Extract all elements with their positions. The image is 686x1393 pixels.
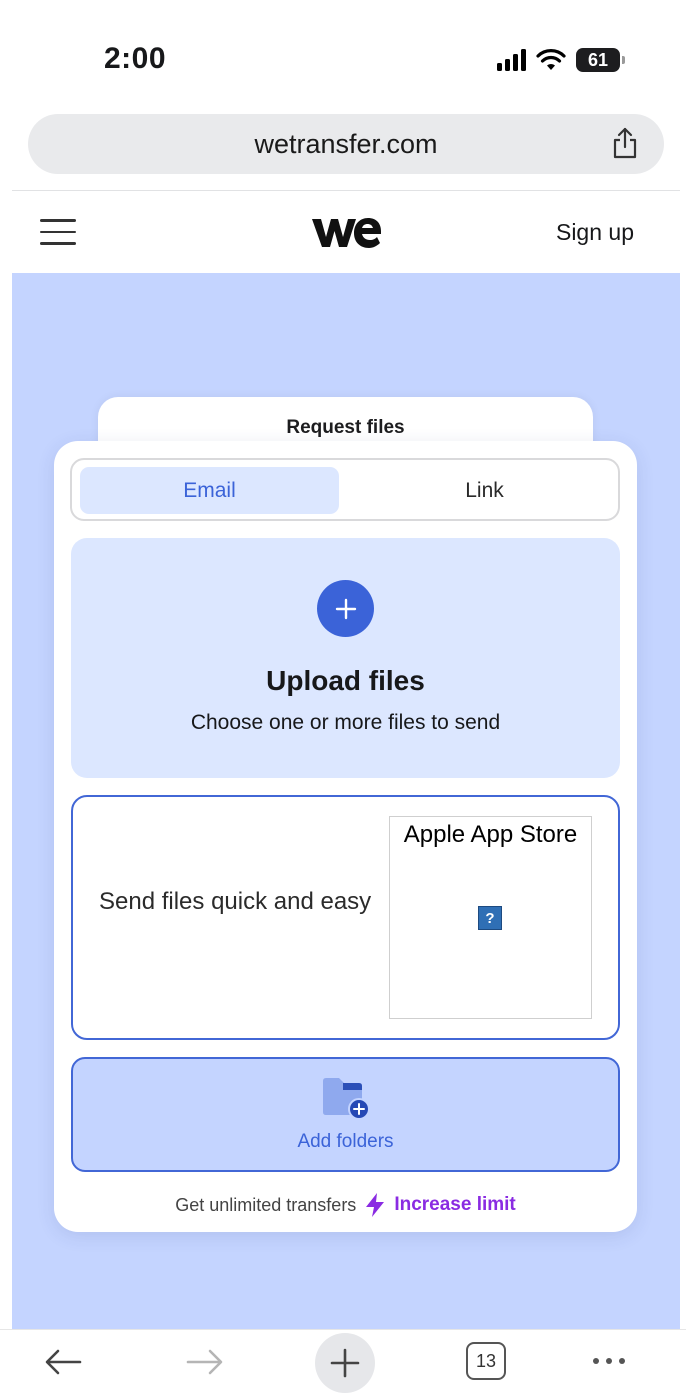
new-tab-button[interactable] <box>315 1333 375 1393</box>
forward-button[interactable] <box>180 1340 230 1384</box>
app-promo-banner: Send files quick and easy Apple App Stor… <box>71 795 620 1040</box>
cellular-signal-icon <box>497 49 526 71</box>
broken-image-icon: ? <box>478 906 502 930</box>
arrow-right-icon <box>186 1349 223 1375</box>
wifi-icon <box>536 49 566 70</box>
wetransfer-logo[interactable] <box>310 213 382 251</box>
app-store-alt-text: Apple App Store <box>403 821 578 848</box>
battery-icon: 61 <box>576 48 625 72</box>
status-bar: 2:00 61 <box>0 0 686 110</box>
site-header: Sign up <box>12 191 680 273</box>
plus-icon <box>330 1348 360 1378</box>
status-icons: 61 <box>497 46 625 74</box>
address-bar[interactable]: wetransfer.com <box>28 114 664 174</box>
tab-link[interactable]: Link <box>355 467 614 514</box>
upload-files-title: Upload files <box>266 665 425 696</box>
tabs-button[interactable]: 13 <box>466 1342 506 1380</box>
request-files-label: Request files <box>286 417 405 438</box>
limit-text: Get unlimited transfers <box>175 1194 357 1215</box>
promo-text: Send files quick and easy <box>99 888 372 915</box>
browser-toolbar: 13 <box>0 1329 686 1393</box>
send-mode-switch: Email Link <box>70 458 620 521</box>
upload-files-area[interactable]: Upload files Choose one or more files to… <box>71 538 620 778</box>
back-button[interactable] <box>38 1340 88 1384</box>
signup-link[interactable]: Sign up <box>556 219 634 246</box>
broken-image-glyph: ? <box>485 909 495 927</box>
limit-row: Get unlimited transfers Increase limit <box>54 1192 637 1218</box>
battery-level: 61 <box>587 49 609 70</box>
tab-email[interactable]: Email <box>80 467 339 514</box>
add-folders-button[interactable]: Add folders <box>71 1057 620 1172</box>
upload-files-subtitle: Choose one or more files to send <box>190 711 501 734</box>
hamburger-menu-icon[interactable] <box>40 219 76 247</box>
url-text: wetransfer.com <box>254 128 438 159</box>
more-dots-icon[interactable] <box>593 1358 625 1364</box>
tab-count: 13 <box>475 1350 497 1371</box>
add-folders-label: Add folders <box>297 1131 394 1152</box>
plus-circle-icon[interactable] <box>317 580 374 637</box>
lightning-bolt-icon <box>366 1193 385 1217</box>
app-store-badge[interactable]: Apple App Store ? <box>389 816 592 1019</box>
folder-add-icon <box>323 1078 370 1120</box>
arrow-left-icon <box>45 1349 82 1375</box>
share-icon[interactable] <box>610 126 640 160</box>
increase-limit-link[interactable]: Increase limit <box>394 1194 515 1216</box>
status-time: 2:00 <box>104 42 167 75</box>
transfer-panel: Email Link Upload files Choose one or mo… <box>54 441 637 1232</box>
